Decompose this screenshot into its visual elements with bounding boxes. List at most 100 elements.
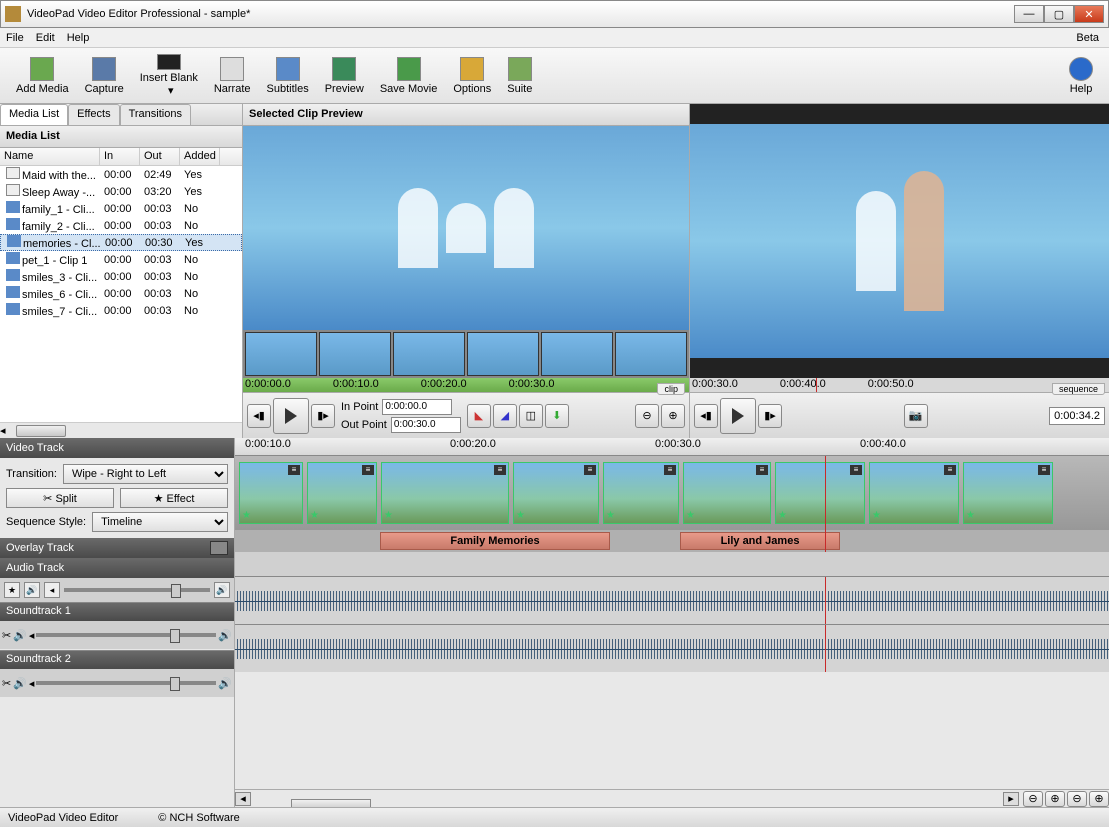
save-movie-button[interactable]: Save Movie xyxy=(372,52,445,99)
seq-style-select[interactable]: Timeline xyxy=(92,512,228,532)
scroll-left-button[interactable]: ◂ xyxy=(235,792,251,806)
tl-zoom-sel-button[interactable]: ⊕ xyxy=(1089,791,1109,807)
ruler-mark: 0:00:10.0 xyxy=(245,438,291,450)
media-hscroll[interactable]: ◂ xyxy=(0,422,242,438)
narrate-icon xyxy=(220,57,244,81)
timeline-clip[interactable]: ★≡ xyxy=(683,462,771,524)
seq-play-button[interactable] xyxy=(720,398,756,434)
close-button[interactable]: ✕ xyxy=(1074,5,1104,23)
effect-button[interactable]: ★ Effect xyxy=(120,488,228,508)
timeline-clip[interactable]: ★≡ xyxy=(513,462,599,524)
audio-track-lane[interactable] xyxy=(235,552,1109,576)
subtitles-button[interactable]: Subtitles xyxy=(259,52,317,99)
audio-vol-down-icon[interactable]: ◂ xyxy=(44,582,60,598)
tl-zoom-in-button[interactable]: ⊕ xyxy=(1045,791,1065,807)
soundtrack-2-lane[interactable] xyxy=(235,624,1109,672)
tab-effects[interactable]: Effects xyxy=(68,104,119,125)
menu-help[interactable]: Help xyxy=(67,32,90,44)
maximize-button[interactable]: ▢ xyxy=(1044,5,1074,23)
status-app: VideoPad Video Editor xyxy=(8,812,118,824)
clip-timestrip[interactable]: 0:00:00.00:00:10.00:00:20.00:00:30.0 xyxy=(243,378,689,392)
clip-thumbstrip[interactable] xyxy=(243,330,689,378)
timeline-ruler[interactable]: 0:00:10.00:00:20.00:00:30.00:00:40.0 xyxy=(235,438,1109,456)
options-button[interactable]: Options xyxy=(445,52,499,99)
track-panel: Video Track Transition:Wipe - Right to L… xyxy=(0,438,235,807)
next-frame-button[interactable]: ▮▸ xyxy=(311,404,335,428)
help-button[interactable]: Help xyxy=(1061,52,1101,99)
st-volume-slider[interactable] xyxy=(36,633,216,637)
st-volume-slider[interactable] xyxy=(36,681,216,685)
timeline-clip[interactable]: ★≡ xyxy=(603,462,679,524)
media-row[interactable]: memories - Cl...00:0000:30Yes xyxy=(0,234,242,251)
narrate-button[interactable]: Narrate xyxy=(206,52,259,99)
seq-timestrip[interactable]: 0:00:30.00:00:40.00:00:50.0 xyxy=(690,378,1109,392)
media-row[interactable]: family_2 - Cli...00:0000:03No xyxy=(0,217,242,234)
st-tool-button[interactable]: ✂ xyxy=(2,677,11,690)
options-icon xyxy=(460,57,484,81)
timeline-clip[interactable]: ★≡ xyxy=(381,462,509,524)
video-track[interactable]: ★≡★≡★≡★≡★≡★≡★≡★≡★≡ xyxy=(235,456,1109,530)
timeline-clip[interactable]: ★≡ xyxy=(307,462,377,524)
out-point-input[interactable] xyxy=(391,417,461,433)
col-in[interactable]: In xyxy=(100,148,140,165)
st-tool-button[interactable]: ✂ xyxy=(2,629,11,642)
st-mute-button[interactable]: 🔊 xyxy=(13,629,27,642)
tab-transitions[interactable]: Transitions xyxy=(120,104,191,125)
split-button[interactable]: ✂ Split xyxy=(6,488,114,508)
col-name[interactable]: Name xyxy=(0,148,100,165)
mark-out-button[interactable]: ◢ xyxy=(493,404,517,428)
menu-file[interactable]: File xyxy=(6,32,24,44)
overlay-track[interactable]: Family Memories Lily and James xyxy=(235,530,1109,552)
media-row[interactable]: smiles_3 - Cli...00:0000:03No xyxy=(0,268,242,285)
col-out[interactable]: Out xyxy=(140,148,180,165)
tab-media-list[interactable]: Media List xyxy=(0,104,68,125)
audio-vol-up-icon[interactable]: 🔊 xyxy=(214,582,230,598)
tl-zoom-out-button[interactable]: ⊖ xyxy=(1023,791,1043,807)
menu-edit[interactable]: Edit xyxy=(36,32,55,44)
snapshot-button[interactable]: ◫ xyxy=(519,404,543,428)
media-row[interactable]: Maid with the...00:0002:49Yes xyxy=(0,166,242,183)
media-row[interactable]: smiles_6 - Cli...00:0000:03No xyxy=(0,285,242,302)
overlay-clip[interactable]: Lily and James xyxy=(680,532,840,550)
capture-button[interactable]: Capture xyxy=(77,52,132,99)
camera-button[interactable]: 📷 xyxy=(904,404,928,428)
suite-button[interactable]: Suite xyxy=(499,52,540,99)
overlay-edit-icon[interactable] xyxy=(210,541,228,555)
soundtrack-1-lane[interactable] xyxy=(235,576,1109,624)
timeline-clip[interactable]: ★≡ xyxy=(239,462,303,524)
audio-volume-slider[interactable] xyxy=(64,588,210,592)
overlay-clip[interactable]: Family Memories xyxy=(380,532,610,550)
play-button[interactable] xyxy=(273,398,309,434)
media-row[interactable]: pet_1 - Clip 100:0000:03No xyxy=(0,251,242,268)
scroll-thumb[interactable] xyxy=(291,799,371,808)
timeline-clip[interactable]: ★≡ xyxy=(869,462,959,524)
in-point-input[interactable] xyxy=(382,399,452,415)
tl-zoom-fit-button[interactable]: ⊖ xyxy=(1067,791,1087,807)
add-media-button[interactable]: Add Media xyxy=(8,52,77,99)
scroll-right-button[interactable]: ▸ xyxy=(1003,792,1019,806)
st-mute-button[interactable]: 🔊 xyxy=(13,677,27,690)
col-added[interactable]: Added xyxy=(180,148,220,165)
add-clip-button[interactable]: ⬇ xyxy=(545,404,569,428)
in-point-label: In Point xyxy=(341,401,378,413)
timeline-clip[interactable]: ★≡ xyxy=(775,462,865,524)
minimize-button[interactable]: — xyxy=(1014,5,1044,23)
media-row[interactable]: Sleep Away -...00:0003:20Yes xyxy=(0,183,242,200)
timeline-scrollbar[interactable]: ◂ ▸ ⊖ ⊕ ⊖ ⊕ xyxy=(235,789,1109,807)
seq-prev-button[interactable]: ◂▮ xyxy=(694,404,718,428)
insert-blank-button[interactable]: Insert Blank▾ xyxy=(132,52,206,99)
timeline-clip[interactable]: ★≡ xyxy=(963,462,1053,524)
audio-mute-button[interactable]: 🔊 xyxy=(24,582,40,598)
mark-in-button[interactable]: ◣ xyxy=(467,404,491,428)
transition-select[interactable]: Wipe - Right to Left xyxy=(63,464,228,484)
zoom-in-button[interactable]: ⊕ xyxy=(661,404,685,428)
zoom-out-button[interactable]: ⊖ xyxy=(635,404,659,428)
media-row[interactable]: smiles_7 - Cli...00:0000:03No xyxy=(0,302,242,319)
media-row[interactable]: family_1 - Cli...00:0000:03No xyxy=(0,200,242,217)
help-icon xyxy=(1069,57,1093,81)
audio-star-button[interactable]: ★ xyxy=(4,582,20,598)
seq-next-button[interactable]: ▮▸ xyxy=(758,404,782,428)
audio-controls: ★ 🔊 ◂ 🔊 xyxy=(0,578,234,602)
prev-frame-button[interactable]: ◂▮ xyxy=(247,404,271,428)
preview-button[interactable]: Preview xyxy=(317,52,372,99)
